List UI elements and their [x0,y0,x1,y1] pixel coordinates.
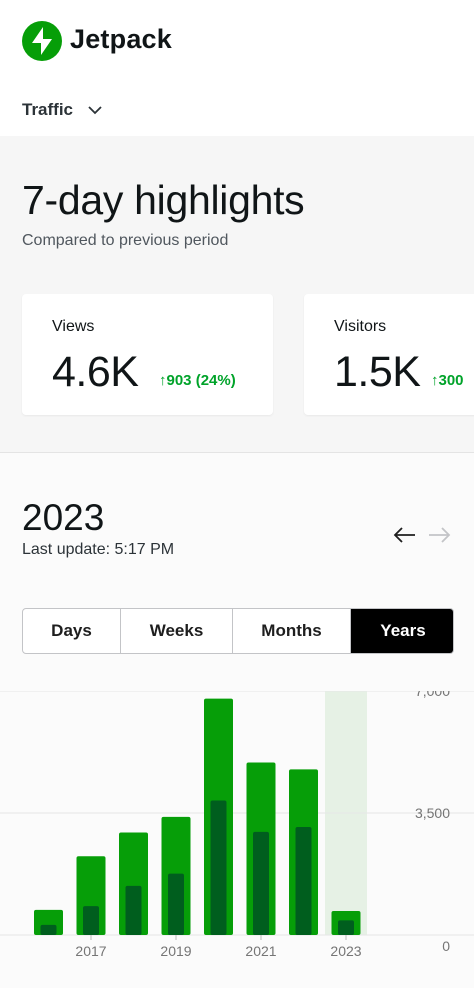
y-tick-label: 3,500 [415,805,450,821]
period-tabs: Days Weeks Months Years [22,608,454,654]
jetpack-logo-icon [22,21,62,61]
highlights-subtitle: Compared to previous period [22,232,229,249]
visitors-bar [83,906,99,935]
views-label: Views [52,318,95,335]
x-tick-label: 2017 [75,943,106,959]
visitors-bar [168,873,184,935]
visitors-value: 1.5K [334,348,421,396]
section-nav[interactable]: Traffic [0,80,474,136]
highlights-section: 7-day highlights Compared to previous pe… [0,136,474,452]
visitors-delta: ↑300 [431,372,464,389]
views-delta: ↑903 (24%) [159,372,236,389]
highlights-title: 7-day highlights [22,177,305,223]
visitors-bar [295,826,312,935]
tab-days[interactable]: Days [23,609,121,653]
visitors-bar [125,885,142,935]
period-title: 2023 [22,497,105,538]
arrow-left-icon[interactable] [392,525,418,545]
chevron-down-icon[interactable] [86,101,104,119]
visitors-bar [338,920,354,935]
visitors-bar [210,800,227,935]
tab-weeks[interactable]: Weeks [121,609,233,653]
views-card: Views 4.6K ↑903 (24%) [22,294,273,415]
visitors-label: Visitors [334,318,387,335]
visitors-bar [40,924,57,935]
x-tick-label: 2023 [330,943,361,959]
x-tick-label: 2021 [245,943,276,959]
x-tick-label: 2019 [160,943,191,959]
brand-name: Jetpack [70,24,172,54]
last-update: Last update: 5:17 PM [22,541,175,558]
tab-years[interactable]: Years [351,609,453,653]
y-tick-label: 7,000 [415,691,450,699]
tab-months[interactable]: Months [233,609,351,653]
visitors-card: Visitors 1.5K ↑300 [304,294,474,415]
views-value: 4.6K [52,348,139,396]
app-header: Jetpack [0,0,474,80]
arrow-right-icon [429,527,451,543]
y-tick-label: 0 [442,938,450,954]
section-selector-label[interactable]: Traffic [22,100,73,120]
visitors-bar [253,831,269,935]
traffic-chart: 0 3,500 7,000 2017 2019 2021 2023 [0,683,474,988]
chart-section: 2023 Last update: 5:17 PM Days Weeks Mon… [0,453,474,988]
chart-svg: 0 3,500 7,000 2017 2019 2021 2023 [0,683,474,959]
